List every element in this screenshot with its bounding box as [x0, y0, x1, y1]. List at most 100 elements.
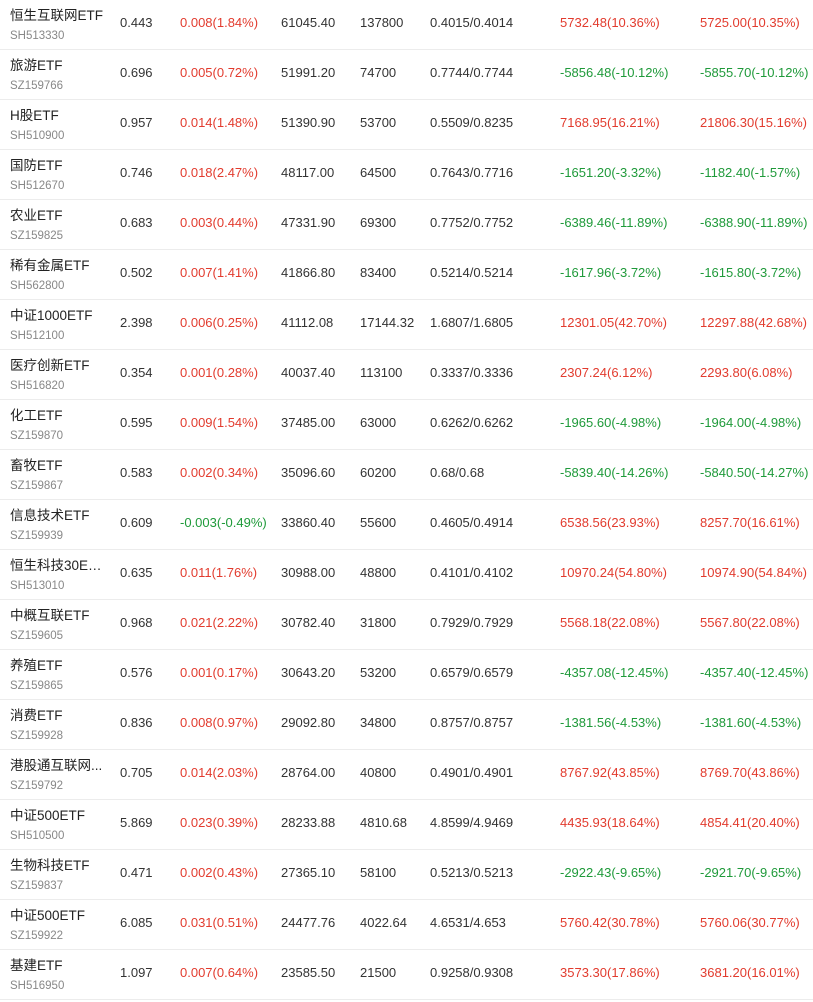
profit-value-2: 4854.41(20.40%): [700, 815, 800, 830]
table-row[interactable]: 消费ETF SZ159928 0.836 0.008(0.97%) 29092.80 34…: [0, 700, 813, 750]
etf-name-link[interactable]: 生物科技ETF: [10, 858, 90, 874]
column-3-value: 30988.00: [281, 565, 336, 580]
etf-code: SZ159928: [10, 730, 64, 742]
etf-name-link[interactable]: H股ETF: [10, 108, 59, 124]
column-3-value: 41112.08: [281, 315, 334, 330]
table-row[interactable]: 医疗创新ETF SH516820 0.354 0.001(0.28%) 40037.40…: [0, 350, 813, 400]
column-3-value: 30782.40: [281, 615, 336, 630]
bid-ask-value: 4.6531/4.653: [430, 915, 506, 930]
profit-value-2: -1182.40(-1.57%): [700, 165, 801, 180]
price-change: 0.007(0.64%): [180, 965, 259, 980]
column-4-value: 40800: [360, 765, 397, 780]
bid-ask-value: 0.5509/0.8235: [430, 115, 514, 130]
column-4-value: 113100: [360, 365, 403, 380]
price-change: 0.021(2.22%): [180, 615, 259, 630]
table-row[interactable]: 化工ETF SZ159870 0.595 0.009(1.54%) 37485.00 63…: [0, 400, 813, 450]
price-change: 0.008(1.84%): [180, 15, 259, 30]
table-row[interactable]: 国防ETF SH512670 0.746 0.018(2.47%) 48117.00 64…: [0, 150, 813, 200]
column-4-value: 4022.64: [360, 915, 407, 930]
profit-value-1: -5839.40(-14.26%): [560, 465, 669, 480]
etf-name-link[interactable]: 中证1000ETF: [10, 308, 93, 324]
bid-ask-value: 0.5213/0.5213: [430, 865, 514, 880]
column-3-value: 48117.00: [281, 165, 335, 180]
etf-name-link[interactable]: 国防ETF: [10, 158, 63, 174]
etf-name-link[interactable]: 农业ETF: [10, 208, 63, 224]
profit-value-1: -2922.43(-9.65%): [560, 865, 662, 880]
etf-name-link[interactable]: 信息技术ETF: [10, 508, 90, 524]
bid-ask-value: 0.68/0.68: [430, 465, 485, 480]
column-4-value: 137800: [360, 15, 404, 30]
profit-value-1: 5760.42(30.78%): [560, 915, 660, 930]
price-change: 0.011(1.76%): [180, 565, 258, 580]
etf-name-link[interactable]: 恒生互联网ETF: [10, 8, 103, 24]
price-change: 0.002(0.43%): [180, 865, 259, 880]
etf-code: SH510500: [10, 830, 65, 842]
table-row[interactable]: 中概互联ETF SZ159605 0.968 0.021(2.22%) 30782.40…: [0, 600, 813, 650]
latest-price: 0.354: [120, 365, 153, 380]
bid-ask-value: 0.8757/0.8757: [430, 715, 514, 730]
table-row[interactable]: 恒生科技30ETF SH513010 0.635 0.011(1.76%) 30988.…: [0, 550, 813, 600]
latest-price: 0.836: [120, 715, 153, 730]
profit-value-1: 10970.24(54.80%): [560, 565, 667, 580]
table-row[interactable]: 稀有金属ETF SH562800 0.502 0.007(1.41%) 41866.80…: [0, 250, 813, 300]
table-row[interactable]: 农业ETF SZ159825 0.683 0.003(0.44%) 47331.90 69…: [0, 200, 813, 250]
table-row[interactable]: 中证1000ETF SH512100 2.398 0.006(0.25%) 41112.…: [0, 300, 813, 350]
table-row[interactable]: 养殖ETF SZ159865 0.576 0.001(0.17%) 30643.20 53…: [0, 650, 813, 700]
price-change: 0.031(0.51%): [180, 915, 259, 930]
profit-value-2: -1381.60(-4.53%): [700, 715, 802, 730]
etf-code: SZ159939: [10, 530, 64, 542]
table-row[interactable]: 信息技术ETF SZ159939 0.609 -0.003(-0.49%) 33860.…: [0, 500, 813, 550]
profit-value-2: 3681.20(16.01%): [700, 965, 800, 980]
etf-name-link[interactable]: 稀有金属ETF: [10, 258, 90, 274]
etf-name-link[interactable]: 旅游ETF: [10, 58, 63, 74]
etf-name-link[interactable]: 中证500ETF: [10, 808, 85, 824]
price-change: 0.006(0.25%): [180, 315, 259, 330]
etf-name-link[interactable]: 畜牧ETF: [10, 458, 63, 474]
etf-code: SH513330: [10, 30, 65, 42]
column-3-value: 51390.90: [281, 115, 336, 130]
table-row[interactable]: 旅游ETF SZ159766 0.696 0.005(0.72%) 51991.20 74…: [0, 50, 813, 100]
table-row[interactable]: 中证500ETF SZ159922 6.085 0.031(0.51%) 24477.7…: [0, 900, 813, 950]
profit-value-2: 21806.30(15.16%): [700, 115, 807, 130]
price-change: 0.001(0.28%): [180, 365, 259, 380]
etf-code: SZ159825: [10, 230, 64, 242]
column-4-value: 48800: [360, 565, 397, 580]
profit-value-1: -6389.46(-11.89%): [560, 215, 668, 230]
etf-name-link[interactable]: 养殖ETF: [10, 658, 63, 674]
etf-name-link[interactable]: 消费ETF: [10, 708, 63, 724]
price-change: 0.001(0.17%): [180, 665, 259, 680]
latest-price: 0.696: [120, 65, 153, 80]
bid-ask-value: 0.9258/0.9308: [430, 965, 514, 980]
profit-value-1: 5568.18(22.08%): [560, 615, 660, 630]
latest-price: 0.609: [120, 515, 153, 530]
etf-name-link[interactable]: 化工ETF: [10, 408, 63, 424]
etf-name-link[interactable]: 港股通互联网...: [10, 758, 102, 774]
bid-ask-value: 0.4101/0.4102: [430, 565, 514, 580]
table-row[interactable]: 生物科技ETF SZ159837 0.471 0.002(0.43%) 27365.10…: [0, 850, 813, 900]
profit-value-1: -1381.56(-4.53%): [560, 715, 662, 730]
etf-name-link[interactable]: 中证500ETF: [10, 908, 85, 924]
profit-value-2: 8769.70(43.86%): [700, 765, 800, 780]
table-row[interactable]: 基建ETF SH516950 1.097 0.007(0.64%) 23585.50 21…: [0, 950, 813, 1000]
table-row[interactable]: 畜牧ETF SZ159867 0.583 0.002(0.34%) 35096.60 60…: [0, 450, 813, 500]
column-4-value: 83400: [360, 265, 397, 280]
profit-value-2: -5840.50(-14.27%): [700, 465, 809, 480]
profit-value-2: -4357.40(-12.45%): [700, 665, 809, 680]
etf-code: SH512670: [10, 180, 65, 192]
table-row[interactable]: 中证500ETF SH510500 5.869 0.023(0.39%) 28233.8…: [0, 800, 813, 850]
table-row[interactable]: 港股通互联网... SZ159792 0.705 0.014(2.03%) 28764.…: [0, 750, 813, 800]
etf-name-link[interactable]: 医疗创新ETF: [10, 358, 90, 374]
column-3-value: 51991.20: [281, 65, 336, 80]
bid-ask-value: 0.7752/0.7752: [430, 215, 514, 230]
price-change: 0.007(1.41%): [180, 265, 259, 280]
column-4-value: 17144.32: [360, 315, 415, 330]
profit-value-2: -6388.90(-11.89%): [700, 215, 808, 230]
column-3-value: 33860.40: [281, 515, 336, 530]
etf-name-link[interactable]: 中概互联ETF: [10, 608, 90, 624]
etf-name-link[interactable]: 基建ETF: [10, 958, 63, 974]
table-row[interactable]: H股ETF SH510900 0.957 0.014(1.48%) 51390.90 53…: [0, 100, 813, 150]
column-4-value: 53700: [360, 115, 397, 130]
etf-code: SZ159870: [10, 430, 64, 442]
table-row[interactable]: 恒生互联网ETF SH513330 0.443 0.008(1.84%) 61045.4…: [0, 0, 813, 50]
etf-name-link[interactable]: 恒生科技30ETF: [10, 558, 104, 574]
